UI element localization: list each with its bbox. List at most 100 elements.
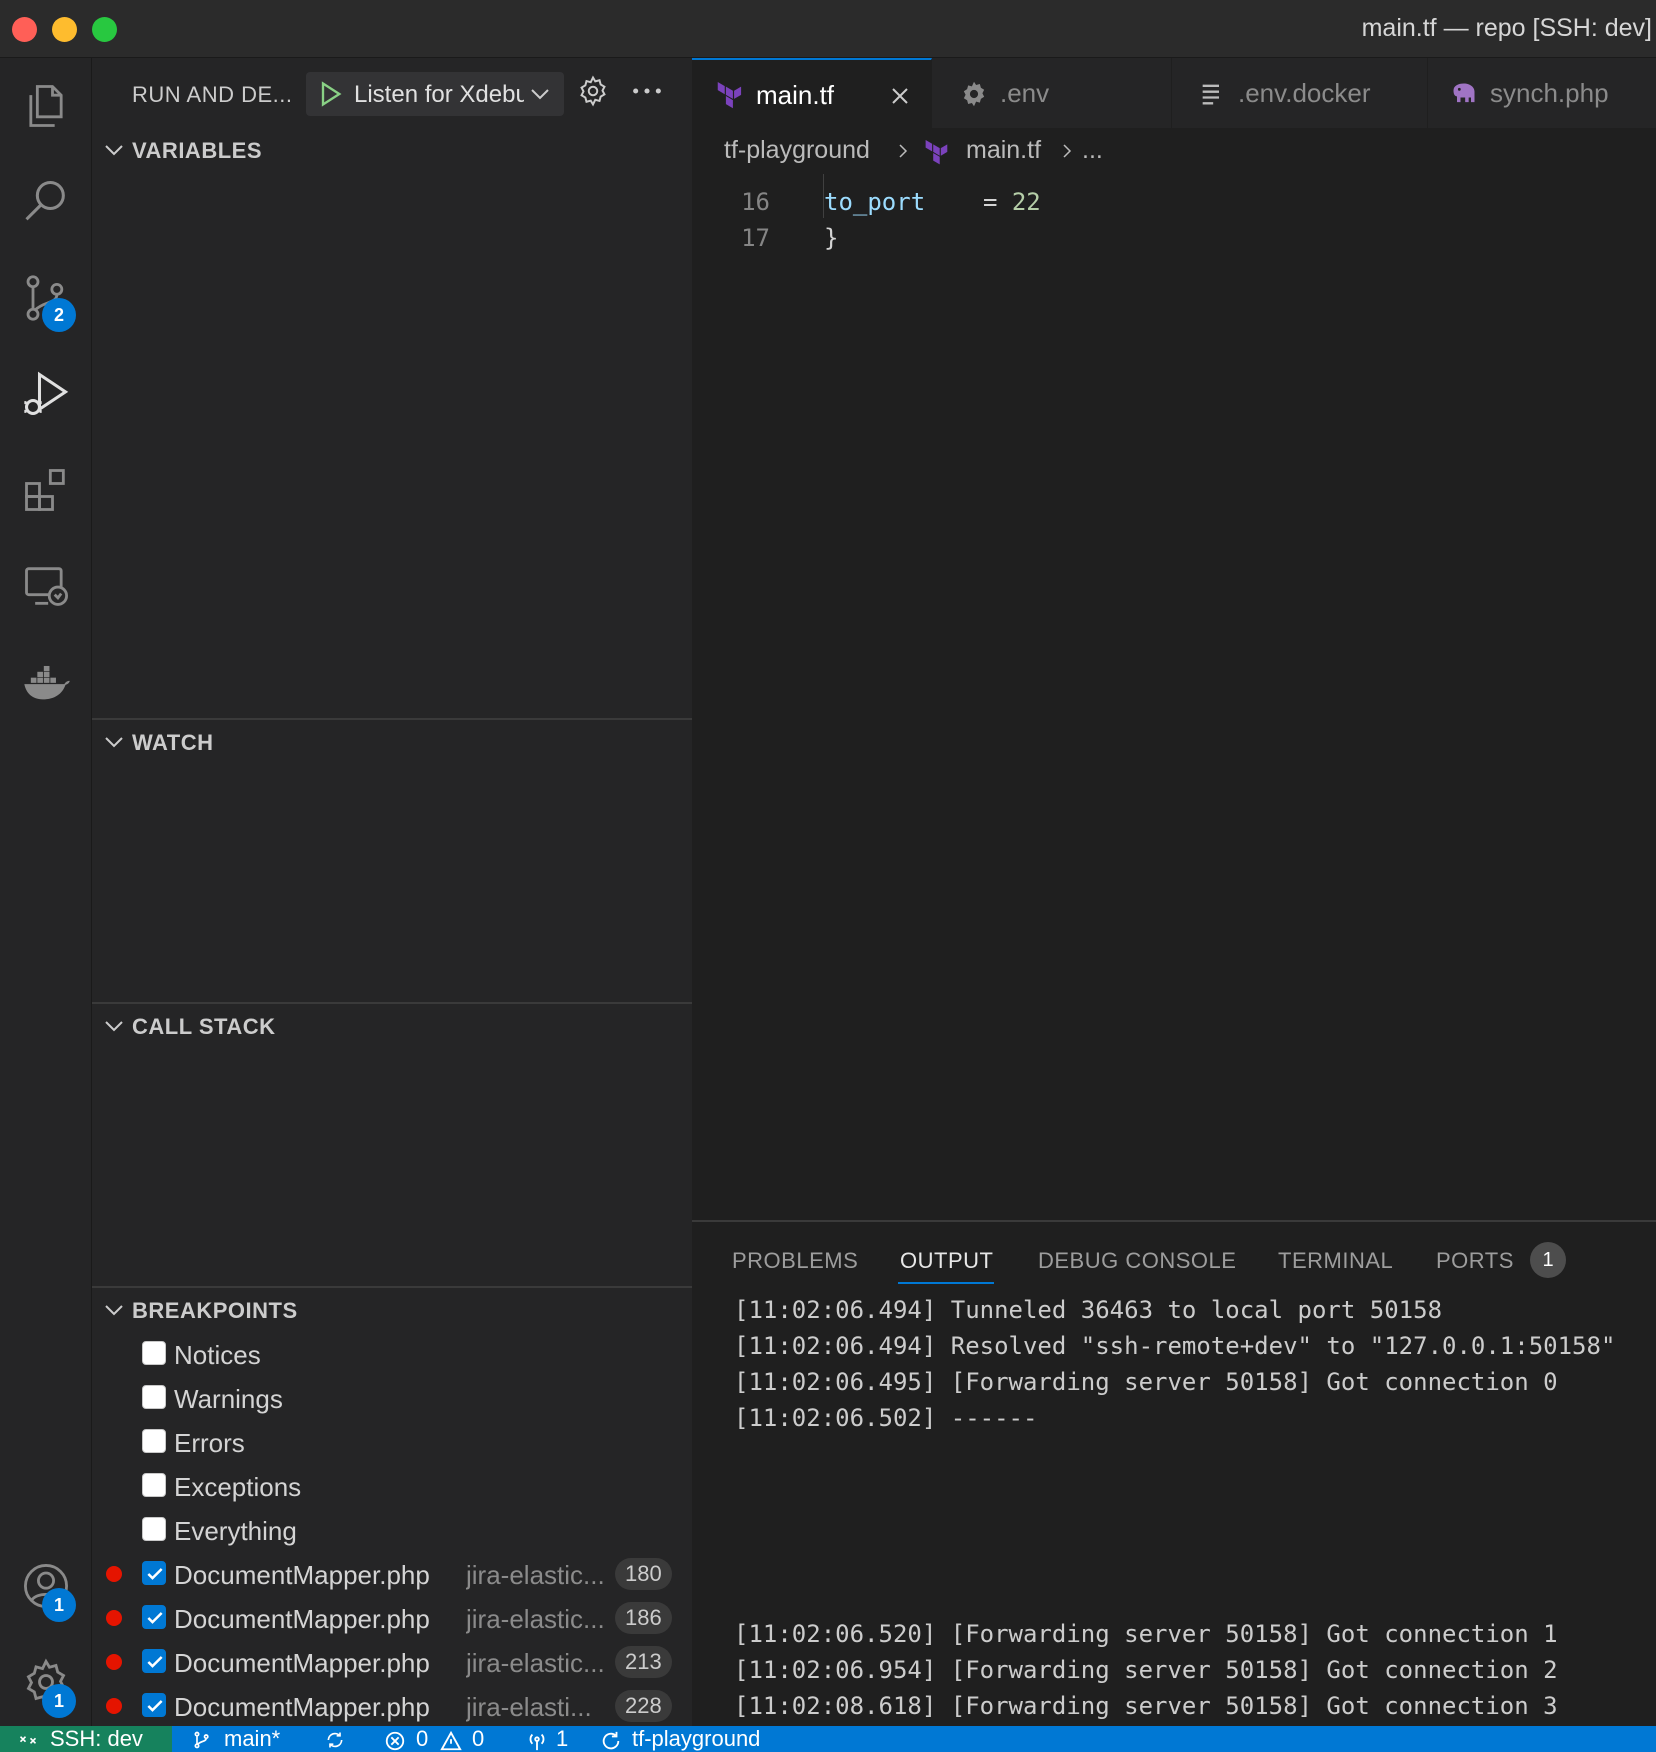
- exception-breakpoint-warnings[interactable]: Warnings: [92, 1376, 692, 1420]
- run-debug-icon: [24, 371, 69, 416]
- line-number: 17: [741, 224, 770, 252]
- tab-label: .env: [1000, 78, 1050, 108]
- zoom-window-button[interactable]: [92, 17, 117, 42]
- tab-terminal[interactable]: TERMINAL: [1278, 1248, 1393, 1274]
- remote-explorer-icon: [25, 567, 68, 606]
- breakpoint-line-badge: 180: [615, 1558, 672, 1590]
- more-actions-icon[interactable]: [630, 74, 664, 108]
- variables-section-header[interactable]: VARIABLES: [92, 130, 692, 170]
- manage-badge: 1: [42, 1684, 76, 1718]
- breakpoint-path: jira-elastic...: [466, 1560, 605, 1590]
- tab-main-tf[interactable]: main.tf: [692, 58, 932, 128]
- error-icon[interactable]: [384, 1730, 406, 1752]
- breakpoint-checkbox[interactable]: [142, 1649, 166, 1673]
- sidebar-title: RUN AND DE...: [132, 82, 293, 107]
- docker-button[interactable]: [0, 642, 92, 722]
- tab-problems[interactable]: PROBLEMS: [732, 1248, 858, 1274]
- branch-label[interactable]: main*: [224, 1726, 280, 1752]
- gear-icon[interactable]: [576, 74, 610, 108]
- check-icon: [147, 1700, 163, 1712]
- breadcrumb-symbol[interactable]: ...: [1082, 136, 1103, 165]
- breakpoint-item[interactable]: DocumentMapper.php jira-elastic... 180: [92, 1552, 692, 1596]
- close-icon[interactable]: [888, 84, 912, 108]
- warning-icon[interactable]: [440, 1730, 462, 1752]
- exception-breakpoint-notices[interactable]: Notices: [92, 1332, 692, 1376]
- close-window-button[interactable]: [12, 17, 37, 42]
- remote-indicator[interactable]: SSH: dev: [0, 1726, 172, 1752]
- breakpoint-file: DocumentMapper.php: [174, 1692, 430, 1722]
- breadcrumb-folder[interactable]: tf-playground: [724, 136, 870, 165]
- extensions-button[interactable]: [0, 450, 92, 530]
- watch-section-header[interactable]: WATCH: [92, 722, 692, 762]
- minimize-window-button[interactable]: [52, 17, 77, 42]
- code-key: to_port: [824, 188, 926, 216]
- sync-icon[interactable]: [322, 1730, 348, 1750]
- warning-count[interactable]: 0: [472, 1726, 484, 1752]
- manage-button[interactable]: 1: [0, 1642, 92, 1722]
- bottom-panel: PROBLEMS OUTPUT DEBUG CONSOLE TERMINAL P…: [692, 1220, 1656, 1726]
- terraform-icon: [717, 82, 742, 109]
- breakpoint-checkbox[interactable]: [142, 1561, 166, 1585]
- tab-debug-console[interactable]: DEBUG CONSOLE: [1038, 1248, 1236, 1274]
- breakpoint-checkbox[interactable]: [142, 1693, 166, 1717]
- exception-breakpoint-everything[interactable]: Everything: [92, 1508, 692, 1552]
- ports-antenna-icon[interactable]: [524, 1730, 550, 1752]
- search-icon: [25, 180, 65, 221]
- breakpoint-checkbox[interactable]: [142, 1429, 166, 1453]
- call-stack-section-label: CALL STACK: [132, 1014, 276, 1039]
- launch-config-dropdown[interactable]: Listen for Xdebug: [306, 72, 564, 116]
- explorer-button[interactable]: [0, 66, 92, 146]
- breakpoint-label: Warnings: [174, 1384, 283, 1414]
- tab-env[interactable]: .env: [932, 58, 1172, 128]
- terraform-icon: [925, 140, 948, 165]
- exception-breakpoint-exceptions[interactable]: Exceptions: [92, 1464, 692, 1508]
- source-control-button[interactable]: 2: [0, 258, 92, 338]
- error-count[interactable]: 0: [416, 1726, 428, 1752]
- accounts-badge: 1: [42, 1588, 76, 1622]
- call-stack-section-header[interactable]: CALL STACK: [92, 1006, 692, 1046]
- tab-output[interactable]: OUTPUT: [900, 1248, 993, 1274]
- branch-icon[interactable]: [192, 1730, 212, 1750]
- exception-breakpoint-errors[interactable]: Errors: [92, 1420, 692, 1464]
- code-operator: =: [982, 188, 1012, 216]
- chevron-down-icon: [531, 89, 549, 100]
- tab-synch-php[interactable]: synch.php: [1428, 58, 1656, 128]
- search-button[interactable]: [0, 162, 92, 242]
- editor-tab-bar: main.tf .env .env.docker synch.php: [692, 58, 1656, 128]
- section-divider[interactable]: [92, 1286, 692, 1288]
- code-line: }: [824, 224, 839, 252]
- forwarded-ports-count[interactable]: 1: [556, 1726, 568, 1752]
- tab-ports[interactable]: PORTS: [1436, 1248, 1514, 1274]
- breakpoint-checkbox[interactable]: [142, 1517, 166, 1541]
- run-debug-button[interactable]: [0, 354, 92, 434]
- section-divider[interactable]: [92, 1002, 692, 1004]
- breakpoint-checkbox[interactable]: [142, 1605, 166, 1629]
- output-line: [11:02:06.494] Resolved "ssh-remote+dev"…: [734, 1332, 1616, 1360]
- breakpoint-item[interactable]: DocumentMapper.php jira-elasti... 228: [92, 1684, 692, 1728]
- check-icon: [147, 1568, 163, 1580]
- chevron-down-icon: [105, 145, 123, 156]
- section-divider[interactable]: [92, 718, 692, 720]
- breakpoint-item[interactable]: DocumentMapper.php jira-elastic... 186: [92, 1596, 692, 1640]
- workspace-folder[interactable]: tf-playground: [632, 1726, 760, 1752]
- docker-icon: [24, 665, 70, 700]
- output-line: [11:02:06.494] Tunneled 36463 to local p…: [734, 1296, 1443, 1324]
- breakpoint-checkbox[interactable]: [142, 1385, 166, 1409]
- breakpoint-item[interactable]: DocumentMapper.php jira-elastic... 213: [92, 1640, 692, 1684]
- play-icon[interactable]: [316, 80, 344, 108]
- code-editor[interactable]: 16 to_port = 22 17 }: [692, 174, 1656, 1220]
- accounts-button[interactable]: 1: [0, 1546, 92, 1626]
- breadcrumb-file[interactable]: main.tf: [966, 136, 1041, 165]
- breakpoint-path: jira-elasti...: [466, 1692, 592, 1722]
- refresh-icon[interactable]: [600, 1730, 622, 1752]
- remote-explorer-button[interactable]: [0, 546, 92, 626]
- code-number: 22: [1011, 188, 1041, 216]
- breakpoints-section-header[interactable]: BREAKPOINTS: [92, 1290, 692, 1330]
- breakpoint-path: jira-elastic...: [466, 1604, 605, 1634]
- breakpoint-checkbox[interactable]: [142, 1341, 166, 1365]
- breakpoint-label: Errors: [174, 1428, 245, 1458]
- breakpoint-line-badge: 186: [615, 1602, 672, 1634]
- breakpoint-path: jira-elastic...: [466, 1648, 605, 1678]
- tab-env-docker[interactable]: .env.docker: [1172, 58, 1428, 128]
- breakpoint-checkbox[interactable]: [142, 1473, 166, 1497]
